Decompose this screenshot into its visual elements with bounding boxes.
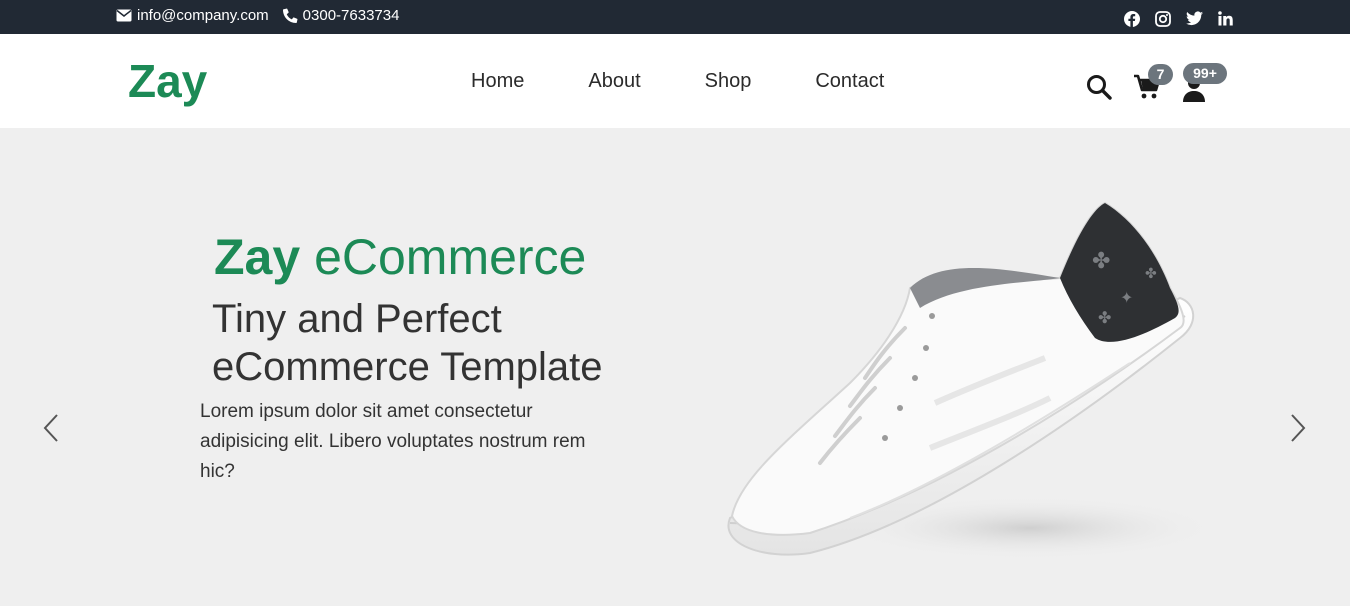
hero-carousel: Zay eCommerce Tiny and Perfect eCommerce… xyxy=(0,128,1350,606)
svg-text:✤: ✤ xyxy=(1092,249,1110,274)
nav-about[interactable]: About xyxy=(588,70,640,93)
social-links xyxy=(1124,11,1233,27)
sneaker-image: ✤ ✦ ✤ ✤ xyxy=(727,201,1220,560)
main-nav: Home About Shop Contact xyxy=(471,70,948,93)
instagram-icon[interactable] xyxy=(1155,11,1171,27)
search-icon[interactable] xyxy=(1086,74,1112,100)
carousel-prev-arrow[interactable] xyxy=(40,412,62,444)
svg-text:✤: ✤ xyxy=(1145,266,1157,282)
nav-home[interactable]: Home xyxy=(471,70,524,93)
phone-icon xyxy=(282,8,298,23)
svg-text:✤: ✤ xyxy=(1098,308,1111,327)
envelope-icon xyxy=(116,9,132,22)
hero-title-rest: eCommerce xyxy=(300,229,587,285)
facebook-icon[interactable] xyxy=(1124,11,1140,27)
header-actions: 7 99+ xyxy=(1086,63,1236,104)
nav-shop[interactable]: Shop xyxy=(705,70,752,93)
carousel-next-arrow[interactable] xyxy=(1287,412,1309,444)
hero-title: Zay eCommerce xyxy=(214,228,586,286)
phone-link[interactable]: 0300-7633734 xyxy=(282,7,400,24)
contact-info: info@company.com 0300-7633734 xyxy=(116,7,399,24)
nav-contact[interactable]: Contact xyxy=(815,70,884,93)
hero-title-brand: Zay xyxy=(214,229,301,285)
user-count-badge: 99+ xyxy=(1183,63,1227,84)
linkedin-icon[interactable] xyxy=(1218,11,1233,26)
top-info-bar: info@company.com 0300-7633734 xyxy=(0,0,1350,34)
hero-subtitle: Tiny and Perfect eCommerce Template xyxy=(212,297,603,389)
email-text: info@company.com xyxy=(137,7,269,24)
email-link[interactable]: info@company.com xyxy=(116,7,269,24)
twitter-icon[interactable] xyxy=(1186,11,1203,26)
hero-description: Lorem ipsum dolor sit amet consectetur a… xyxy=(200,401,586,482)
phone-text: 0300-7633734 xyxy=(302,7,400,24)
main-header: Zay Home About Shop Contact 7 99+ xyxy=(0,34,1350,128)
cart-count-badge: 7 xyxy=(1148,64,1173,85)
svg-text:✦: ✦ xyxy=(1120,288,1133,307)
brand-logo[interactable]: Zay xyxy=(128,54,207,108)
